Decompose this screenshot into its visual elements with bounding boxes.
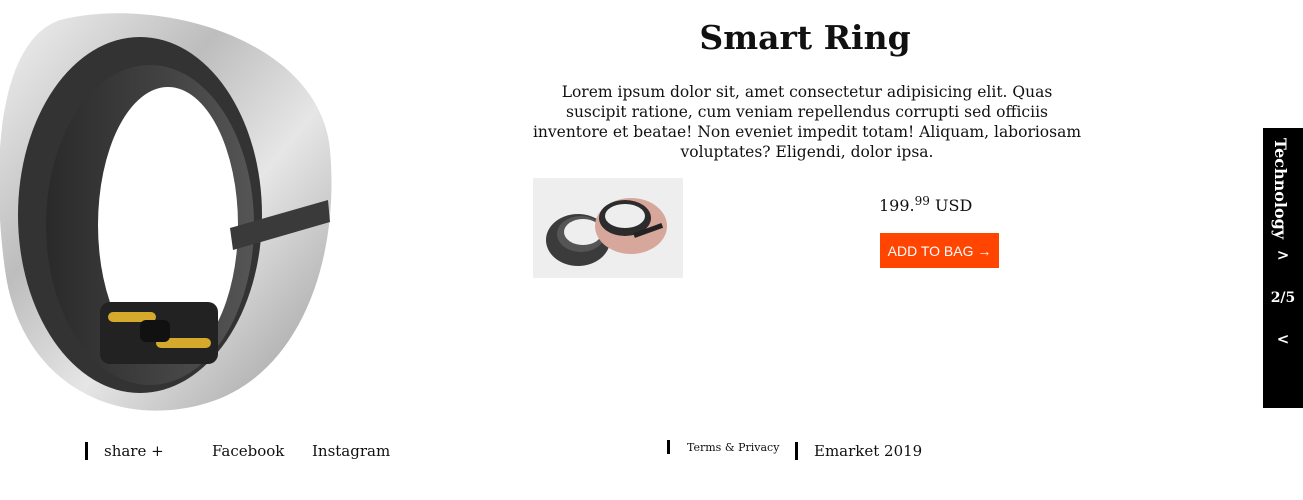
add-to-bag-button[interactable]: ADD TO BAG →: [880, 233, 999, 268]
terms-privacy-link[interactable]: Terms & Privacy: [687, 441, 779, 454]
product-hero-image: [0, 0, 345, 415]
product-thumbnail[interactable]: [533, 178, 683, 278]
product-price: 199.99 USD: [879, 194, 973, 215]
footer-divider: [667, 440, 670, 454]
product-description: Lorem ipsum dolor sit, amet consectetur …: [532, 83, 1082, 161]
price-cents: 99: [914, 194, 930, 208]
instagram-link[interactable]: Instagram: [312, 442, 390, 460]
category-panel: Technology > 2/5 <: [1263, 128, 1303, 408]
page-indicator: 2/5: [1270, 290, 1296, 306]
category-label: Technology: [1271, 138, 1290, 240]
next-arrow-icon[interactable]: >: [1263, 246, 1303, 264]
prev-arrow-icon[interactable]: <: [1263, 330, 1303, 348]
footer-divider: [85, 442, 88, 460]
facebook-link[interactable]: Facebook: [212, 442, 284, 460]
price-currency: USD: [935, 196, 973, 215]
copyright-text: Emarket 2019: [814, 442, 923, 460]
product-title: Smart Ring: [699, 18, 911, 57]
share-link[interactable]: share +: [104, 442, 164, 460]
price-whole: 199.: [879, 196, 915, 215]
footer-divider: [795, 442, 798, 460]
